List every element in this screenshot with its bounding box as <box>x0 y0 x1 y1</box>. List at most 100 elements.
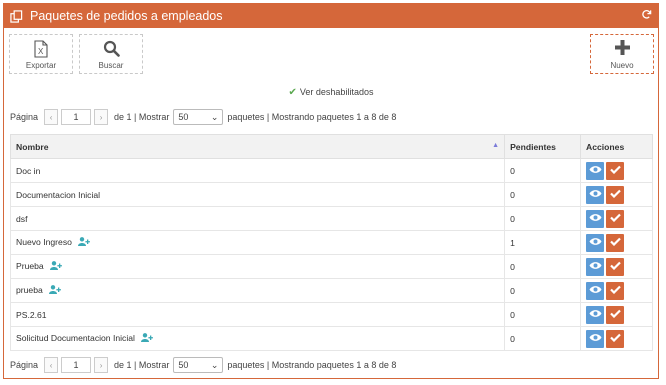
row-name: Prueba <box>16 260 44 271</box>
view-button[interactable] <box>586 281 605 300</box>
table-row[interactable]: Prueba 0 <box>9 254 653 279</box>
sort-asc-icon[interactable]: ▲ <box>492 142 499 149</box>
row-pending: 1 <box>504 230 582 255</box>
new-label: Nuevo <box>610 61 634 70</box>
enable-button[interactable] <box>606 233 625 252</box>
check-icon <box>609 237 621 248</box>
check-icon <box>609 261 621 272</box>
enable-button[interactable] <box>606 257 625 276</box>
page-number-input[interactable]: 1 <box>61 357 92 373</box>
table-header-row: Nombre ▲ Pendientes Acciones <box>9 134 653 159</box>
row-name-cell: Nuevo Ingreso <box>9 230 506 255</box>
table-row[interactable]: dsf 0 <box>9 206 653 231</box>
table-row[interactable]: Doc in 0 <box>9 158 653 183</box>
export-button[interactable]: X Exportar <box>9 34 73 74</box>
page-size-select[interactable]: 50 ⌄ <box>173 109 224 125</box>
toolbar: X Exportar Buscar Nuevo <box>4 34 658 78</box>
assigned-users-icon <box>140 333 153 344</box>
next-page-button[interactable]: › <box>94 109 109 125</box>
of-pages-label: de 1 | Mostrar <box>114 112 170 122</box>
page-size-value: 50 <box>178 112 189 122</box>
table-row[interactable]: PS.2.61 0 <box>9 302 653 327</box>
check-icon <box>609 285 621 296</box>
view-button[interactable] <box>586 161 605 180</box>
search-icon <box>80 40 142 57</box>
pager-top: Página ‹ 1 › de 1 | Mostrar 50 ⌄ paquetes… <box>10 108 396 126</box>
row-name-cell: PS.2.61 <box>9 302 506 327</box>
eye-icon <box>589 237 602 248</box>
page-label: Página <box>10 112 39 122</box>
row-name-cell: Documentacion Inicial <box>9 182 506 207</box>
next-page-button[interactable]: › <box>94 357 109 373</box>
eye-icon <box>589 189 602 200</box>
show-disabled-label: Ver deshabilitados <box>299 87 374 97</box>
chevron-down-icon: ⌄ <box>210 359 219 370</box>
check-icon <box>609 309 621 320</box>
column-header-actions: Acciones <box>580 134 653 159</box>
row-name-cell: dsf <box>9 206 506 231</box>
row-name: prueba <box>16 284 43 295</box>
view-button[interactable] <box>586 233 605 252</box>
view-button[interactable] <box>586 185 605 204</box>
column-header-name[interactable]: Nombre ▲ <box>9 134 506 159</box>
page-title: Paquetes de pedidos a empleados <box>30 9 223 23</box>
search-button[interactable]: Buscar <box>79 34 143 74</box>
show-disabled-toggle[interactable]: ✔ Ver deshabilitados <box>4 87 658 98</box>
row-pending: 0 <box>504 206 582 231</box>
table-row[interactable]: Solicitud Documentacion Inicial 0 <box>9 326 653 351</box>
enable-button[interactable] <box>606 305 625 324</box>
check-icon <box>609 213 621 224</box>
row-name-cell: prueba <box>9 278 506 303</box>
page-size-select[interactable]: 50 ⌄ <box>173 357 224 373</box>
plus-icon <box>591 40 653 55</box>
row-name-cell: Prueba <box>9 254 506 279</box>
page-number-input[interactable]: 1 <box>61 109 92 125</box>
table-row[interactable]: Nuevo Ingreso 1 <box>9 230 653 255</box>
prev-page-button[interactable]: ‹ <box>44 109 59 125</box>
row-actions <box>580 326 653 351</box>
prev-page-button[interactable]: ‹ <box>44 357 59 373</box>
row-name: Nuevo Ingreso <box>16 236 72 247</box>
search-label: Buscar <box>98 61 124 70</box>
page-size-value: 50 <box>178 360 189 370</box>
view-button[interactable] <box>586 257 605 276</box>
row-name-cell: Solicitud Documentacion Inicial <box>9 326 506 351</box>
table-row[interactable]: prueba 0 <box>9 278 653 303</box>
assigned-users-icon <box>48 285 61 296</box>
table-row[interactable]: Documentacion Inicial 0 <box>9 182 653 207</box>
row-pending: 0 <box>504 182 582 207</box>
view-button[interactable] <box>586 329 605 348</box>
refresh-icon[interactable] <box>641 9 652 23</box>
row-actions <box>580 254 653 279</box>
eye-icon <box>589 285 602 296</box>
enable-button[interactable] <box>606 281 625 300</box>
row-name: Documentacion Inicial <box>16 189 101 200</box>
view-button[interactable] <box>586 305 605 324</box>
eye-icon <box>589 213 602 224</box>
check-icon <box>609 189 621 200</box>
panel-header: Paquetes de pedidos a empleados <box>4 4 658 28</box>
new-button[interactable]: Nuevo <box>590 34 654 74</box>
pager-bottom: Página ‹ 1 › de 1 | Mostrar 50 ⌄ paquetes… <box>10 356 396 374</box>
export-label: Exportar <box>25 61 57 70</box>
row-name-cell: Doc in <box>9 158 506 183</box>
row-pending: 0 <box>504 326 582 351</box>
check-icon <box>609 165 621 176</box>
row-pending: 0 <box>504 278 582 303</box>
row-actions <box>580 158 653 183</box>
enable-button[interactable] <box>606 161 625 180</box>
row-name: Doc in <box>16 165 41 176</box>
enable-button[interactable] <box>606 209 625 228</box>
results-summary: paquetes | Mostrando paquetes 1 a 8 de 8 <box>227 112 397 122</box>
view-button[interactable] <box>586 209 605 228</box>
enable-button[interactable] <box>606 329 625 348</box>
of-pages-label: de 1 | Mostrar <box>114 360 170 370</box>
row-pending: 0 <box>504 158 582 183</box>
eye-icon <box>589 309 602 320</box>
svg-text:X: X <box>38 47 44 56</box>
row-actions <box>580 206 653 231</box>
row-pending: 0 <box>504 302 582 327</box>
eye-icon <box>589 261 602 272</box>
enable-button[interactable] <box>606 185 625 204</box>
column-header-pending: Pendientes <box>504 134 582 159</box>
